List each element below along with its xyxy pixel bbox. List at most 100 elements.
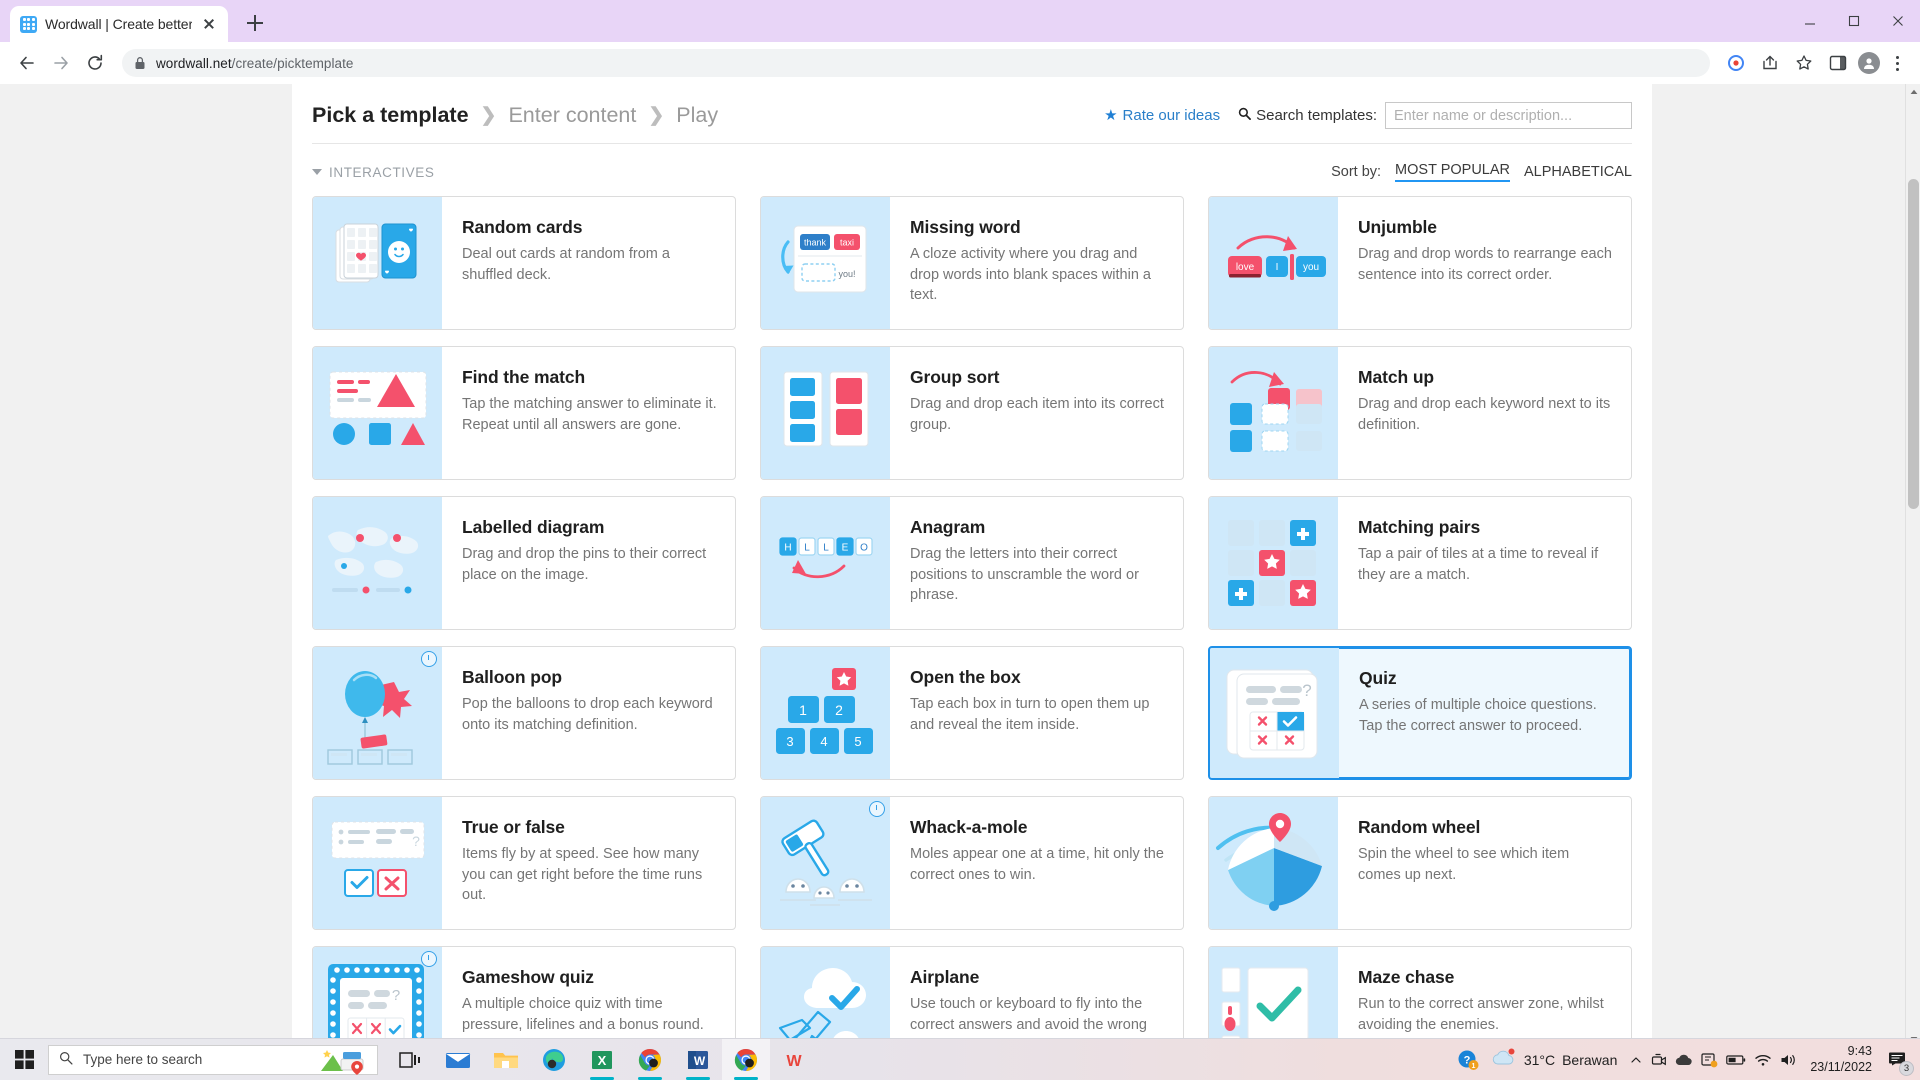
- mail-icon[interactable]: [434, 1039, 482, 1080]
- tab-title: Wordwall | Create better lessons: [45, 16, 192, 32]
- battery-icon[interactable]: [1726, 1054, 1746, 1066]
- window-close-icon[interactable]: [1876, 0, 1920, 42]
- reload-icon[interactable]: [80, 48, 110, 78]
- breadcrumb-enter-content[interactable]: Enter content: [508, 103, 636, 128]
- excel-icon[interactable]: X: [578, 1039, 626, 1080]
- template-description: Drag and drop the pins to their correct …: [462, 546, 707, 583]
- star-icon: ★: [1104, 107, 1118, 124]
- matching-pairs-thumbnail: [1209, 497, 1338, 629]
- template-description: Deal out cards at random from a shuffled…: [462, 246, 670, 283]
- template-card[interactable]: ? True or false Items fly by at speed. Se…: [312, 796, 736, 930]
- new-tab-button[interactable]: [238, 6, 272, 40]
- google-lens-icon[interactable]: [1722, 49, 1750, 77]
- template-title: Random wheel: [1358, 817, 1481, 837]
- svg-text:?: ?: [391, 987, 399, 1004]
- template-card[interactable]: Labelled diagram Drag and drop the pins t…: [312, 496, 736, 630]
- svg-text:?: ?: [412, 833, 420, 849]
- template-card[interactable]: Find the match Tap the matching answer to…: [312, 346, 736, 480]
- template-card[interactable]: thank taxi you! Missing word A cloze acti…: [760, 196, 1184, 330]
- profile-avatar[interactable]: [1858, 52, 1880, 74]
- word-icon[interactable]: W: [674, 1039, 722, 1080]
- maximize-icon[interactable]: [1832, 0, 1876, 42]
- template-card[interactable]: Match up Drag and drop each keyword next …: [1208, 346, 1632, 480]
- taskbar-clock[interactable]: 9:43 23/11/2022: [1810, 1044, 1872, 1075]
- back-arrow-icon[interactable]: [12, 48, 42, 78]
- template-card[interactable]: Matching pairs Tap a pair of tiles at a t…: [1208, 496, 1632, 630]
- camera-tray-icon[interactable]: [1651, 1052, 1667, 1068]
- wifi-icon[interactable]: [1754, 1053, 1772, 1067]
- template-card-body: True or false Items fly by at speed. See …: [442, 797, 735, 929]
- wordwall-page: Pick a template ❯ Enter content ❯ Play ★…: [292, 84, 1652, 1046]
- template-card[interactable]: Random wheel Spin the wheel to see which …: [1208, 796, 1632, 930]
- task-view-icon[interactable]: [386, 1039, 434, 1080]
- template-description: A multiple choice quiz with time pressur…: [462, 996, 704, 1033]
- share-icon[interactable]: [1756, 49, 1784, 77]
- notification-center-button[interactable]: 3: [1884, 1047, 1914, 1076]
- maze-chase-thumbnail: [1209, 947, 1338, 1046]
- browser-menu-icon[interactable]: [1886, 50, 1908, 76]
- bookmark-star-icon[interactable]: [1790, 49, 1818, 77]
- url-path: /create/picktemplate: [231, 55, 354, 71]
- page-scrollbar[interactable]: [1905, 84, 1920, 1046]
- address-bar[interactable]: wordwall.net/create/picktemplate: [122, 49, 1710, 77]
- minimize-icon[interactable]: [1788, 0, 1832, 42]
- chrome-active-icon[interactable]: [722, 1038, 770, 1080]
- svg-text:X: X: [598, 1053, 607, 1068]
- template-card[interactable]: H L L E O Anagram Drag the letters into t…: [760, 496, 1184, 630]
- extensions-sidebar-icon[interactable]: [1824, 49, 1852, 77]
- svg-text:taxi: taxi: [839, 238, 853, 248]
- help-badge-icon[interactable]: ? 1: [1457, 1049, 1479, 1071]
- scrollbar-thumb[interactable]: [1908, 179, 1919, 509]
- template-card[interactable]: 1 2 3 4 5 Open the box Tap each box in tu…: [760, 646, 1184, 780]
- template-card[interactable]: Random cards Deal out cards at random fro…: [312, 196, 736, 330]
- template-card[interactable]: ? Gameshow quiz A multiple choice quiz wi…: [312, 946, 736, 1046]
- breadcrumb-pick-a-template[interactable]: Pick a template: [312, 103, 469, 128]
- show-hidden-icons-chevron[interactable]: [1629, 1053, 1643, 1067]
- template-card[interactable]: Airplane Use touch or keyboard to fly int…: [760, 946, 1184, 1046]
- clock-date: 23/11/2022: [1810, 1059, 1872, 1074]
- random-wheel-thumbnail: [1209, 797, 1338, 929]
- taskbar-search-box[interactable]: Type here to search: [48, 1044, 378, 1075]
- weather-widget[interactable]: 31°C Berawan: [1487, 1048, 1622, 1071]
- chrome-icon[interactable]: [626, 1039, 674, 1080]
- sync-badge-icon[interactable]: [1701, 1052, 1718, 1068]
- template-card[interactable]: love I you Unjumble Drag and drop words t…: [1208, 196, 1632, 330]
- system-tray: ? 1 31°C Berawan 9:43 23/11/2022 3: [1457, 1044, 1920, 1076]
- template-description: Items fly by at speed. See how many you …: [462, 846, 703, 904]
- wps-office-icon[interactable]: W: [770, 1039, 818, 1080]
- template-card-body: Quiz A series of multiple choice question…: [1339, 648, 1630, 778]
- template-card[interactable]: Maze chase Run to the correct answer zone…: [1208, 946, 1632, 1046]
- chevron-down-icon: [312, 169, 322, 175]
- breadcrumb-play[interactable]: Play: [676, 103, 718, 128]
- template-title: Maze chase: [1358, 967, 1455, 987]
- sort-option-alphabetical[interactable]: ALPHABETICAL: [1524, 164, 1632, 180]
- template-description: Tap each box in turn to open them up and…: [910, 696, 1150, 733]
- scroll-up-arrow-icon[interactable]: [1906, 84, 1920, 99]
- edge-icon[interactable]: [530, 1039, 578, 1080]
- template-card[interactable]: Balloon pop Pop the balloons to drop each…: [312, 646, 736, 780]
- svg-text:you: you: [1302, 262, 1318, 273]
- sort-option-most-popular[interactable]: MOST POPULAR: [1395, 162, 1510, 182]
- file-explorer-icon[interactable]: [482, 1039, 530, 1080]
- template-title: Find the match: [462, 367, 586, 387]
- onedrive-cloud-icon[interactable]: [1675, 1053, 1693, 1067]
- browser-tab[interactable]: Wordwall | Create better lessons: [10, 6, 228, 42]
- template-card-body: Airplane Use touch or keyboard to fly int…: [890, 947, 1183, 1046]
- template-description: A cloze activity where you drag and drop…: [910, 246, 1151, 304]
- whack-a-mole-thumbnail: [761, 797, 890, 929]
- template-title: Missing word: [910, 217, 1021, 237]
- close-icon[interactable]: [200, 15, 218, 33]
- forward-arrow-icon[interactable]: [46, 48, 76, 78]
- weather-temp: 31°C: [1523, 1051, 1556, 1068]
- section-interactives-toggle[interactable]: INTERACTIVES: [312, 165, 434, 180]
- balloon-pop-thumbnail: [313, 647, 442, 779]
- start-button-icon[interactable]: [0, 1039, 48, 1080]
- template-description: Drag and drop each keyword next to its d…: [1358, 396, 1611, 433]
- search-input[interactable]: [1385, 102, 1632, 129]
- template-card[interactable]: Whack-a-mole Moles appear one at a time, …: [760, 796, 1184, 930]
- rate-our-ideas-link[interactable]: ★ Rate our ideas: [1104, 107, 1220, 124]
- true-or-false-thumbnail: ?: [313, 797, 442, 929]
- template-card[interactable]: Group sort Drag and drop each item into i…: [760, 346, 1184, 480]
- template-card[interactable]: ? Quiz A series of multiple choice questi…: [1208, 646, 1632, 780]
- volume-icon[interactable]: [1780, 1053, 1798, 1067]
